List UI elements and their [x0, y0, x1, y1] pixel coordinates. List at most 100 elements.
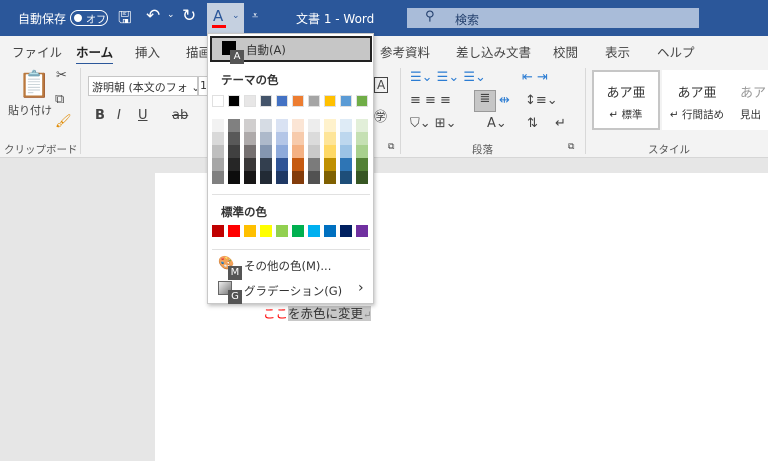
tab-help[interactable]: ヘルプ: [657, 42, 695, 61]
tab-view[interactable]: 表示: [605, 42, 630, 61]
theme-color-swatch[interactable]: [324, 95, 336, 107]
theme-shade-swatch[interactable]: [260, 119, 272, 132]
standard-color-swatch[interactable]: [276, 225, 288, 237]
customize-qat-icon[interactable]: ⩡: [252, 9, 258, 23]
theme-shade-swatch[interactable]: [212, 158, 224, 171]
theme-shade-swatch[interactable]: [212, 132, 224, 145]
theme-color-swatch[interactable]: [340, 95, 352, 107]
enclose-character-icon[interactable]: ㊫: [374, 106, 387, 125]
theme-shade-swatch[interactable]: [260, 145, 272, 158]
theme-color-swatch[interactable]: [212, 95, 224, 107]
theme-shade-swatch[interactable]: [340, 119, 352, 132]
theme-shade-swatch[interactable]: [324, 171, 336, 184]
font-name-select[interactable]: 游明朝 (本文のフォ ⌄: [88, 76, 198, 96]
theme-color-swatch[interactable]: [228, 95, 240, 107]
undo-dropdown-icon[interactable]: ⌄: [167, 10, 175, 20]
standard-color-swatch[interactable]: [292, 225, 304, 237]
distributed-icon[interactable]: ⇹: [499, 93, 510, 108]
theme-color-swatch[interactable]: [276, 95, 288, 107]
theme-shade-swatch[interactable]: [356, 171, 368, 184]
standard-color-swatch[interactable]: [308, 225, 320, 237]
justify-icon[interactable]: ≣: [474, 90, 496, 112]
standard-color-swatch[interactable]: [244, 225, 256, 237]
theme-shade-swatch[interactable]: [308, 171, 320, 184]
theme-shade-swatch[interactable]: [340, 145, 352, 158]
standard-color-swatch[interactable]: [356, 225, 368, 237]
tab-review[interactable]: 校閲: [553, 42, 578, 61]
theme-shade-swatch[interactable]: [228, 119, 240, 132]
standard-color-swatch[interactable]: [260, 225, 272, 237]
indent-icons[interactable]: ⇤ ⇥: [522, 70, 548, 85]
theme-shade-swatch[interactable]: [356, 132, 368, 145]
theme-shade-swatch[interactable]: [244, 119, 256, 132]
tab-mailings[interactable]: 差し込み文書: [456, 42, 531, 61]
theme-shade-swatch[interactable]: [276, 132, 288, 145]
theme-shade-swatch[interactable]: [260, 158, 272, 171]
standard-color-swatch[interactable]: [212, 225, 224, 237]
paragraph-dialog-launcher[interactable]: ⧉: [568, 142, 574, 152]
theme-shade-swatch[interactable]: [292, 132, 304, 145]
theme-shade-swatch[interactable]: [228, 171, 240, 184]
theme-shade-swatch[interactable]: [308, 132, 320, 145]
line-spacing-icon[interactable]: ↕≡⌄: [525, 93, 558, 108]
theme-shade-swatch[interactable]: [340, 171, 352, 184]
standard-color-swatch[interactable]: [324, 225, 336, 237]
theme-shade-swatch[interactable]: [276, 119, 288, 132]
tab-insert[interactable]: 挿入: [135, 42, 160, 61]
theme-shade-swatch[interactable]: [260, 171, 272, 184]
redo-icon[interactable]: ↻: [182, 6, 196, 26]
style-no-spacing[interactable]: あア亜 ↵ 行間詰め: [662, 70, 732, 130]
theme-shade-swatch[interactable]: [212, 119, 224, 132]
theme-shade-swatch[interactable]: [244, 158, 256, 171]
bullets-icon[interactable]: ☰⌄ ☰⌄ ☰⌄: [410, 70, 486, 85]
theme-shade-swatch[interactable]: [292, 158, 304, 171]
shading-icon[interactable]: ⛉⌄ ⊞⌄: [410, 116, 457, 131]
font-color-button[interactable]: A ⌄: [207, 3, 244, 33]
theme-shade-swatch[interactable]: [340, 132, 352, 145]
standard-color-swatch[interactable]: [340, 225, 352, 237]
theme-shade-swatch[interactable]: [308, 119, 320, 132]
theme-shade-swatch[interactable]: [292, 145, 304, 158]
cut-icon[interactable]: ✂: [56, 68, 67, 83]
theme-color-swatch[interactable]: [292, 95, 304, 107]
tab-references[interactable]: 参考資料: [380, 42, 430, 61]
save-icon[interactable]: 🖫: [118, 7, 132, 34]
theme-shade-swatch[interactable]: [356, 145, 368, 158]
asian-layout-icon[interactable]: A⌄: [487, 116, 507, 131]
theme-shade-swatch[interactable]: [308, 145, 320, 158]
autosave-toggle[interactable]: オフ: [70, 10, 108, 26]
theme-shade-swatch[interactable]: [340, 158, 352, 171]
theme-shade-swatch[interactable]: [324, 119, 336, 132]
theme-shade-swatch[interactable]: [228, 145, 240, 158]
font-dialog-launcher[interactable]: ⧉: [388, 142, 394, 152]
copy-icon[interactable]: ⧉: [55, 92, 64, 107]
theme-shade-swatch[interactable]: [260, 132, 272, 145]
theme-shade-swatch[interactable]: [244, 132, 256, 145]
standard-color-swatch[interactable]: [228, 225, 240, 237]
theme-shade-swatch[interactable]: [292, 171, 304, 184]
style-normal[interactable]: あア亜 ↵ 標準: [592, 70, 660, 130]
theme-shade-swatch[interactable]: [228, 132, 240, 145]
theme-shade-swatch[interactable]: [276, 171, 288, 184]
bold-button[interactable]: B: [95, 108, 105, 123]
theme-shade-swatch[interactable]: [244, 145, 256, 158]
sort-icon[interactable]: ⇅: [527, 116, 538, 131]
theme-shade-swatch[interactable]: [212, 171, 224, 184]
automatic-color-item[interactable]: A 自動(A): [210, 36, 372, 64]
more-colors-item[interactable]: 🎨 M その他の色(M)...: [210, 256, 372, 280]
theme-shade-swatch[interactable]: [324, 132, 336, 145]
strikethrough-button[interactable]: ab: [172, 108, 188, 123]
align-icons[interactable]: ≡ ≡ ≡: [410, 93, 451, 108]
undo-icon[interactable]: ↶: [146, 6, 160, 26]
italic-button[interactable]: I: [117, 108, 121, 123]
theme-shade-swatch[interactable]: [228, 158, 240, 171]
theme-shade-swatch[interactable]: [276, 158, 288, 171]
theme-color-swatch[interactable]: [244, 95, 256, 107]
theme-shade-swatch[interactable]: [244, 171, 256, 184]
theme-shade-swatch[interactable]: [292, 119, 304, 132]
theme-shade-swatch[interactable]: [324, 145, 336, 158]
paste-icon[interactable]: 📋: [18, 70, 50, 100]
theme-shade-swatch[interactable]: [324, 158, 336, 171]
tab-home[interactable]: ホーム: [76, 42, 114, 65]
theme-shade-swatch[interactable]: [308, 158, 320, 171]
